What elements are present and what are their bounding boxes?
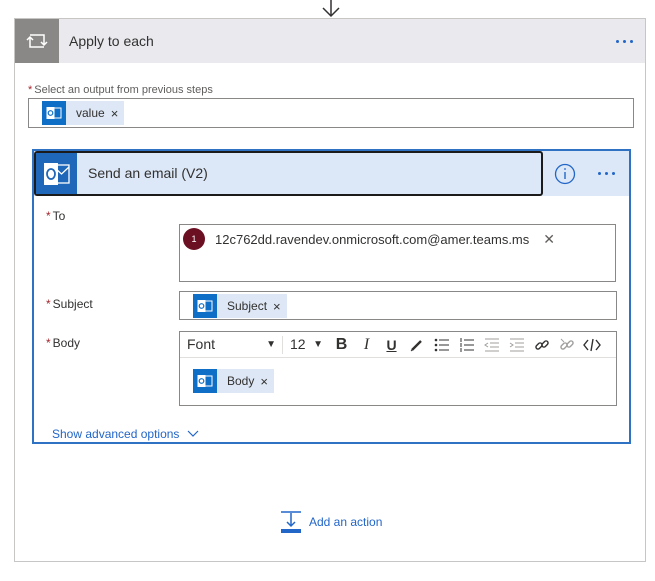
add-action-button[interactable]: Add an action — [281, 511, 382, 533]
outlook-icon — [42, 101, 66, 125]
numbered-list-icon[interactable] — [454, 332, 479, 357]
apply-to-each-title: Apply to each — [69, 33, 154, 49]
underline-icon[interactable]: U — [379, 332, 404, 357]
link-icon[interactable] — [529, 332, 554, 357]
to-field[interactable]: 1 12c762dd.ravendev.onmicrosoft.com@amer… — [179, 224, 616, 282]
show-advanced-options-link[interactable]: Show advanced options — [52, 427, 199, 441]
outlook-icon — [193, 369, 217, 393]
italic-icon[interactable]: I — [354, 332, 379, 357]
send-email-card: Send an email (V2) * To 1 12c762dd.ravend… — [32, 149, 631, 444]
value-token[interactable]: value × — [42, 101, 125, 125]
font-select[interactable]: Font ▼ — [180, 336, 282, 354]
font-size-select[interactable]: 12 ▼ — [283, 336, 329, 354]
select-output-input[interactable]: value × — [28, 98, 634, 128]
subject-label: * Subject — [46, 297, 93, 311]
remove-token-button[interactable]: × — [111, 106, 125, 121]
subject-token[interactable]: Subject × — [193, 294, 287, 318]
more-icon[interactable] — [598, 172, 615, 175]
body-toolbar: Font ▼ 12 ▼ B I U — [180, 332, 616, 358]
add-action-icon — [281, 511, 301, 533]
outlook-icon — [193, 294, 217, 318]
arrow-down-icon — [322, 0, 340, 18]
unlink-icon[interactable] — [554, 332, 579, 357]
recipient-address: 12c762dd.ravendev.onmicrosoft.com@amer.t… — [215, 231, 530, 247]
info-icon[interactable] — [554, 163, 576, 185]
loop-icon — [15, 19, 59, 63]
remove-token-button[interactable]: × — [273, 299, 287, 314]
remove-recipient-button[interactable]: ✕ — [543, 231, 555, 248]
remove-token-button[interactable]: × — [260, 374, 274, 389]
chevron-down-icon — [188, 430, 199, 437]
apply-to-each-card: Apply to each * Select an output from pre… — [14, 18, 646, 562]
select-output-label: * Select an output from previous steps — [28, 84, 213, 96]
chevron-down-icon: ▼ — [266, 338, 276, 350]
pen-icon[interactable] — [404, 332, 429, 357]
code-view-icon[interactable] — [579, 332, 604, 357]
send-email-header[interactable]: Send an email (V2) — [34, 151, 629, 196]
outdent-icon[interactable] — [479, 332, 504, 357]
apply-to-each-header[interactable]: Apply to each — [15, 19, 645, 63]
indent-icon[interactable] — [504, 332, 529, 357]
outlook-icon — [36, 153, 77, 194]
bullet-list-icon[interactable] — [429, 332, 454, 357]
body-label: * Body — [46, 336, 81, 350]
body-editor[interactable]: Font ▼ 12 ▼ B I U Body × — [179, 331, 617, 406]
send-email-title: Send an email (V2) — [88, 165, 208, 181]
more-icon[interactable] — [616, 40, 633, 43]
bold-icon[interactable]: B — [329, 332, 354, 357]
subject-field[interactable]: Subject × — [179, 291, 617, 320]
avatar: 1 — [183, 228, 205, 250]
chevron-down-icon: ▼ — [313, 338, 323, 350]
to-label: * To — [46, 209, 66, 223]
recipient-chip[interactable]: 1 12c762dd.ravendev.onmicrosoft.com@amer… — [183, 228, 555, 250]
body-token[interactable]: Body × — [193, 369, 274, 393]
